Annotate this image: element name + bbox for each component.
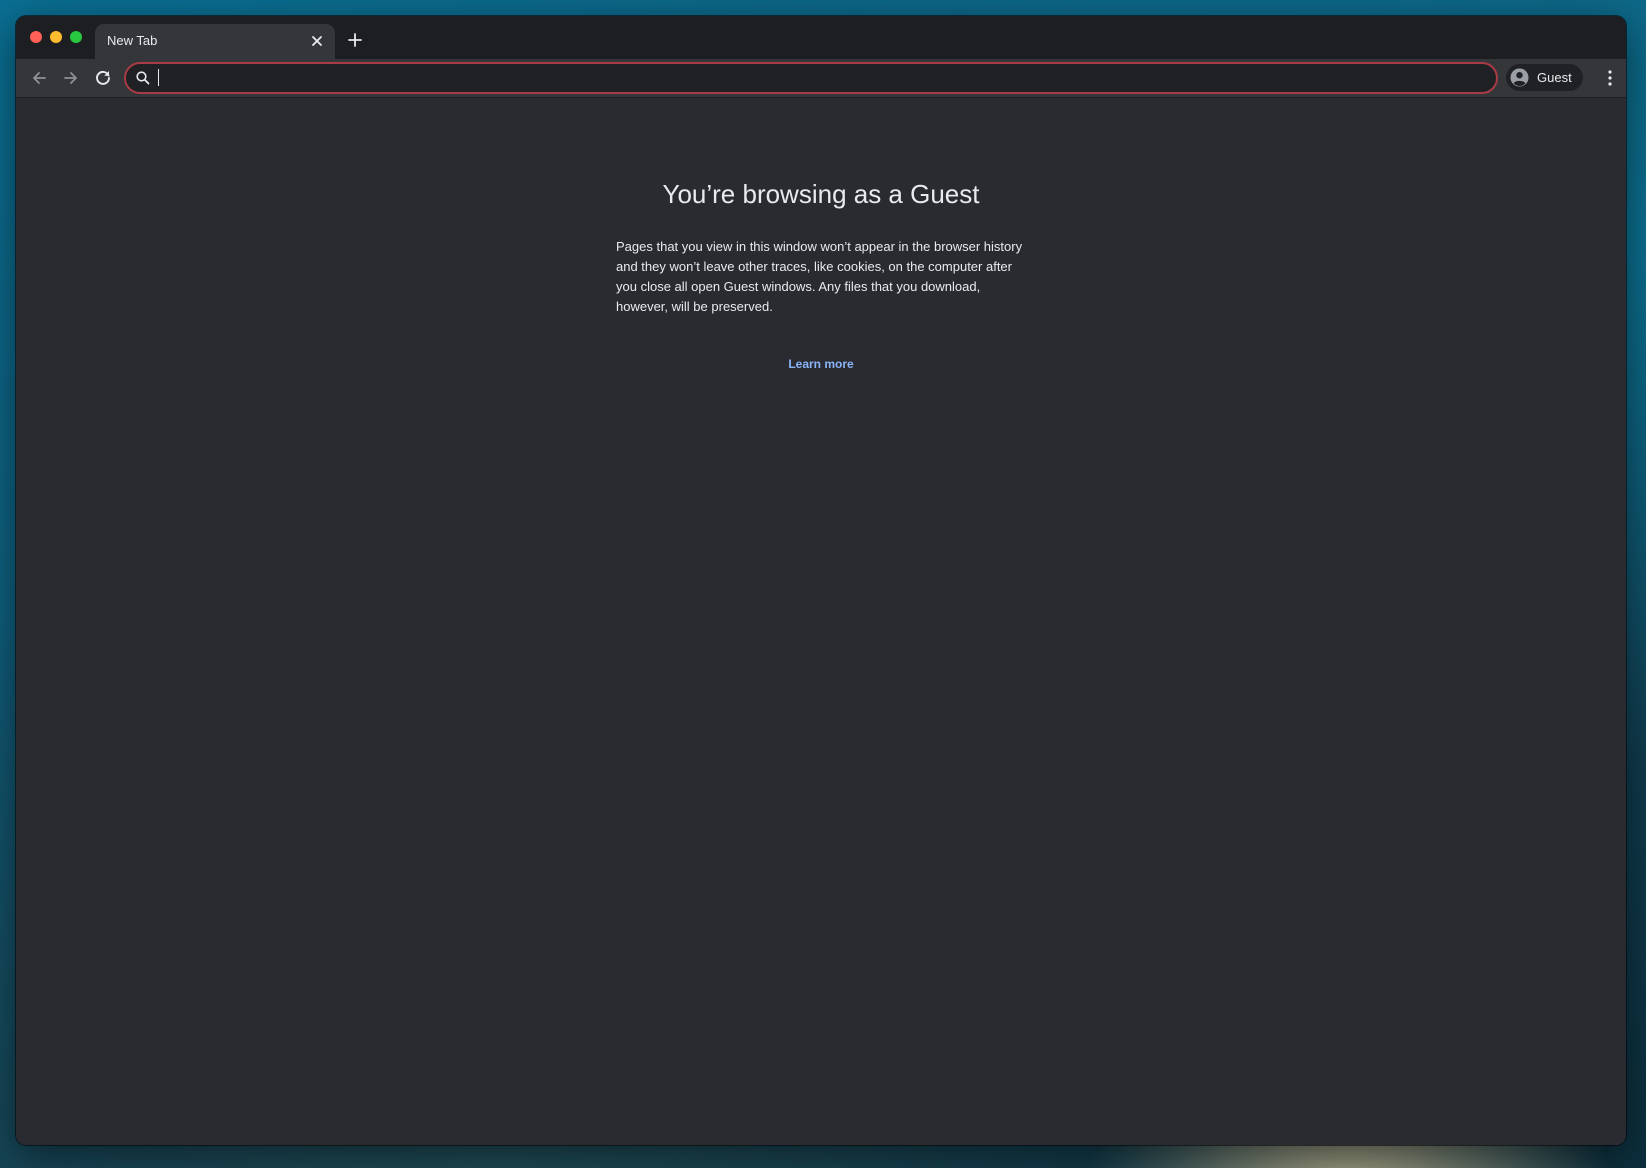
- reload-icon[interactable]: [91, 66, 115, 90]
- tab-new-tab[interactable]: New Tab: [95, 24, 335, 59]
- browser-toolbar: Guest: [16, 59, 1626, 98]
- learn-more-link[interactable]: Learn more: [616, 357, 1026, 371]
- address-input[interactable]: [156, 67, 1480, 89]
- tab-title: New Tab: [107, 33, 158, 48]
- plus-icon[interactable]: [344, 29, 366, 51]
- forward-arrow-icon[interactable]: [59, 66, 83, 90]
- guest-description: Pages that you view in this window won’t…: [616, 238, 1023, 314]
- page-content: You’re browsing as a Guest Pages that yo…: [16, 98, 1626, 1145]
- tab-strip: New Tab: [16, 16, 1626, 59]
- page-title: You’re browsing as a Guest: [662, 179, 980, 209]
- account-circle-icon: [1510, 68, 1529, 87]
- window-maximize-button[interactable]: [70, 31, 82, 43]
- guest-panel: You’re browsing as a Guest Pages that yo…: [616, 178, 1026, 371]
- close-icon[interactable]: [309, 33, 325, 49]
- text-caret: [158, 69, 159, 86]
- search-icon: [135, 70, 151, 86]
- back-arrow-icon[interactable]: [27, 66, 51, 90]
- address-bar[interactable]: [124, 62, 1498, 94]
- profile-label: Guest: [1537, 70, 1572, 85]
- profile-button[interactable]: Guest: [1506, 64, 1583, 91]
- more-vertical-icon[interactable]: [1601, 67, 1619, 89]
- window-minimize-button[interactable]: [50, 31, 62, 43]
- browser-window: New Tab Guest You’re browsing as a Guest…: [16, 16, 1626, 1145]
- window-close-button[interactable]: [30, 31, 42, 43]
